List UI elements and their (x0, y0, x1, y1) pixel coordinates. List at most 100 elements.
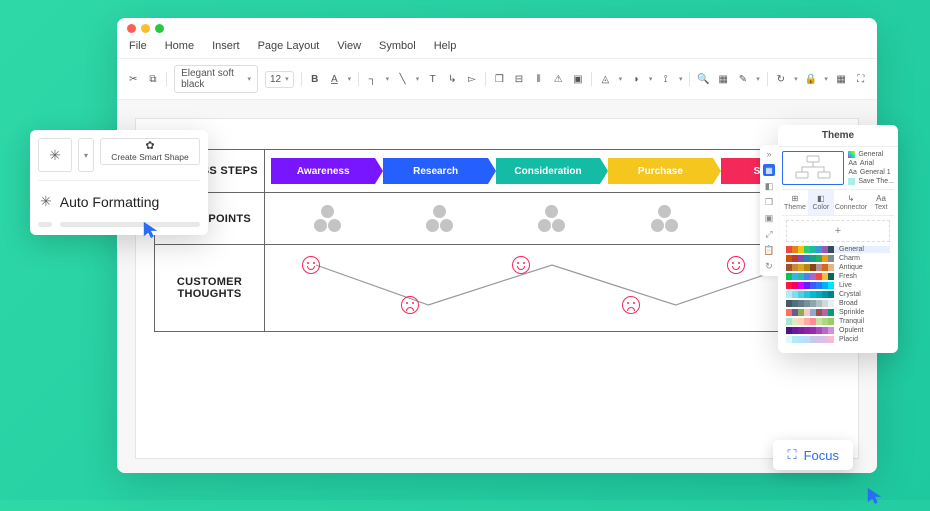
distribute-icon[interactable]: ⫴ (532, 71, 545, 87)
auto-formatting-label: Auto Formatting (60, 194, 160, 210)
image-icon[interactable]: ▣ (572, 71, 585, 87)
palette-row[interactable]: Placid (786, 336, 890, 343)
menu-symbol[interactable]: Symbol (379, 40, 416, 52)
palette-row[interactable]: General (786, 246, 890, 253)
style-rail-icon[interactable]: ◧ (765, 181, 774, 192)
touchpoint-cluster[interactable] (538, 205, 565, 232)
palette-label: Broad (837, 300, 890, 307)
pages-icon[interactable]: ▦ (717, 71, 730, 87)
sad-face-icon[interactable] (401, 296, 419, 314)
line-icon[interactable]: ╲ (396, 71, 409, 87)
palette-label: Charm (837, 255, 890, 262)
palette-row[interactable]: Crystal (786, 291, 890, 298)
palette-label: Opulent (837, 327, 890, 334)
fill-icon[interactable]: ◬ (599, 71, 612, 87)
burst-icon: ✳ (40, 193, 52, 210)
step-research[interactable]: Research (383, 158, 487, 184)
burst-icon[interactable]: ✳ (38, 138, 72, 172)
close-dot[interactable] (127, 24, 136, 33)
redo-icon[interactable]: ↻ (775, 71, 788, 87)
text-icon[interactable]: T (426, 71, 439, 87)
palette-label: Fresh (837, 273, 890, 280)
warning-icon[interactable]: ⚠ (552, 71, 565, 87)
chevron-down-icon[interactable]: ▾ (348, 75, 352, 83)
palette-row[interactable]: Live (786, 282, 890, 289)
crop-icon[interactable]: ⟟ (659, 71, 672, 87)
step-awareness[interactable]: Awareness (271, 158, 375, 184)
rail-strip: » ▦ ◧ ❒ ▣ ⤢ 📋 ↻ (760, 145, 778, 276)
step-purchase[interactable]: Purchase (608, 158, 712, 184)
happy-face-icon[interactable] (727, 256, 745, 274)
tab-text[interactable]: AaText (868, 190, 894, 215)
touchpoints-row: TOUCHPOINTS (155, 193, 840, 245)
menu-file[interactable]: File (129, 40, 147, 52)
theme-tabs: ⊞Theme ◧Color ↳Connector AaText (782, 189, 894, 216)
palette-label: Tranquil (837, 318, 890, 325)
menu-page-layout[interactable]: Page Layout (258, 40, 320, 52)
palette-row[interactable]: Sprinkle (786, 309, 890, 316)
layers-rail-icon[interactable]: ❒ (765, 197, 773, 208)
menu-help[interactable]: Help (434, 40, 457, 52)
size-select[interactable]: 12 ▾ (265, 71, 294, 88)
thoughts-cell (265, 245, 840, 332)
sentiment-line (271, 253, 833, 323)
layers-icon[interactable]: ❒ (493, 71, 506, 87)
palette-row[interactable]: Tranquil (786, 318, 890, 325)
menu-home[interactable]: Home (165, 40, 194, 52)
palette-row[interactable]: Charm (786, 255, 890, 262)
happy-face-icon[interactable] (302, 256, 320, 274)
tab-connector[interactable]: ↳Connector (834, 190, 868, 215)
zoom-icon[interactable]: 🔍 (697, 71, 710, 87)
palette-row[interactable]: Fresh (786, 273, 890, 280)
theme-rail-icon[interactable]: ▦ (763, 164, 775, 176)
maximize-dot[interactable] (155, 24, 164, 33)
theme-panel: Theme » ▦ ◧ ❒ ▣ ⤢ 📋 ↻ General AaArial Aa… (778, 125, 898, 353)
image-rail-icon[interactable]: ▣ (765, 213, 774, 224)
touchpoint-cluster[interactable] (651, 205, 678, 232)
shadow-icon[interactable]: ◑ (629, 71, 642, 87)
chevron-down-icon[interactable]: ▾ (78, 138, 94, 172)
palette-row[interactable]: Broad (786, 300, 890, 307)
font-select[interactable]: Elegant soft black ▾ (174, 65, 258, 93)
touchpoint-cluster[interactable] (314, 205, 341, 232)
expand-icon[interactable]: ⛶ (854, 71, 867, 87)
add-theme-button[interactable]: + (786, 220, 890, 242)
tab-theme[interactable]: ⊞Theme (782, 190, 808, 215)
focus-button[interactable]: ⛶ Focus (773, 440, 853, 470)
clipboard-rail-icon[interactable]: 📋 (763, 245, 774, 256)
tab-color[interactable]: ◧Color (808, 190, 834, 215)
sad-face-icon[interactable] (622, 296, 640, 314)
align-icon[interactable]: ⊟ (513, 71, 526, 87)
theme-thumbnail[interactable] (782, 151, 844, 185)
theme-title: Theme (778, 125, 898, 147)
bold-icon[interactable]: B (308, 71, 321, 87)
edit-tool-icon[interactable]: ↳ (446, 71, 459, 87)
palette-row[interactable]: Opulent (786, 327, 890, 334)
copy-icon[interactable]: ⧉ (147, 71, 160, 87)
focus-icon: ⛶ (787, 447, 796, 463)
auto-formatting-item[interactable]: ✳ Auto Formatting (38, 189, 200, 214)
happy-face-icon[interactable] (512, 256, 530, 274)
touchpoint-cluster[interactable] (426, 205, 453, 232)
smart-shape-icon: ✿ (145, 141, 154, 152)
font-size: 12 (270, 74, 281, 85)
page: PROCESS STEPS Awareness Research Conside… (135, 118, 859, 459)
font-name: Elegant soft black (181, 68, 241, 90)
pen-icon[interactable]: ✎ (737, 71, 750, 87)
lock-icon[interactable]: 🔒 (805, 71, 818, 87)
resize-rail-icon[interactable]: ⤢ (765, 229, 772, 240)
pointer-icon[interactable]: ▻ (466, 71, 479, 87)
minimize-dot[interactable] (141, 24, 150, 33)
menu-insert[interactable]: Insert (212, 40, 240, 52)
expand-rail-icon[interactable]: » (766, 149, 771, 159)
palette-row[interactable]: Antique (786, 264, 890, 271)
theme-meta: General AaArial AaGeneral 1 Save The... (848, 151, 894, 185)
step-consideration[interactable]: Consideration (496, 158, 600, 184)
font-color-icon[interactable]: A (328, 71, 341, 87)
grid-icon[interactable]: ▦ (835, 71, 848, 87)
cut-icon[interactable]: ✂ (127, 71, 140, 87)
create-smart-shape-button[interactable]: ✿ Create Smart Shape (100, 138, 200, 165)
history-rail-icon[interactable]: ↻ (765, 261, 773, 272)
connector-icon[interactable]: ┐ (366, 71, 379, 87)
menu-view[interactable]: View (337, 40, 361, 52)
